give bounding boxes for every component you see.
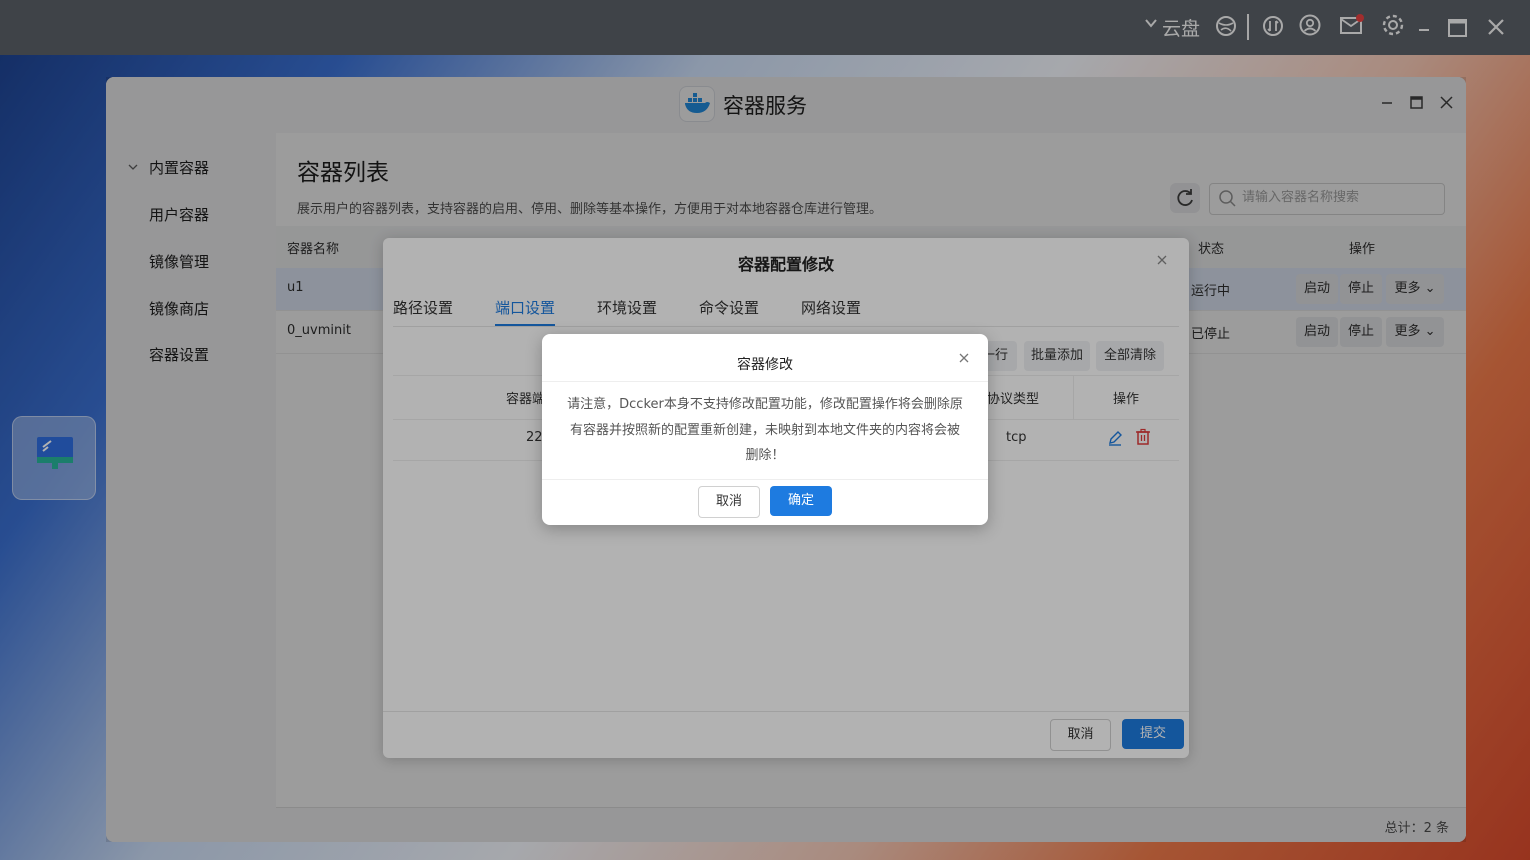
confirm-dialog-title: 容器修改	[737, 357, 793, 373]
confirm-message: 请注意，Dccker本身不支持修改配置功能，修改配置操作将会删除原有容器并按照新…	[567, 397, 963, 463]
confirm-dialog: 容器修改 请注意，Dccker本身不支持修改配置功能，修改配置操作将会删除原有容…	[542, 334, 988, 525]
confirm-cancel-button[interactable]: 取消	[698, 486, 760, 518]
confirm-ok-button[interactable]: 确定	[770, 486, 832, 516]
confirm-divider-top	[542, 381, 988, 382]
close-icon[interactable]	[957, 351, 971, 369]
confirm-divider-bottom	[542, 479, 988, 480]
